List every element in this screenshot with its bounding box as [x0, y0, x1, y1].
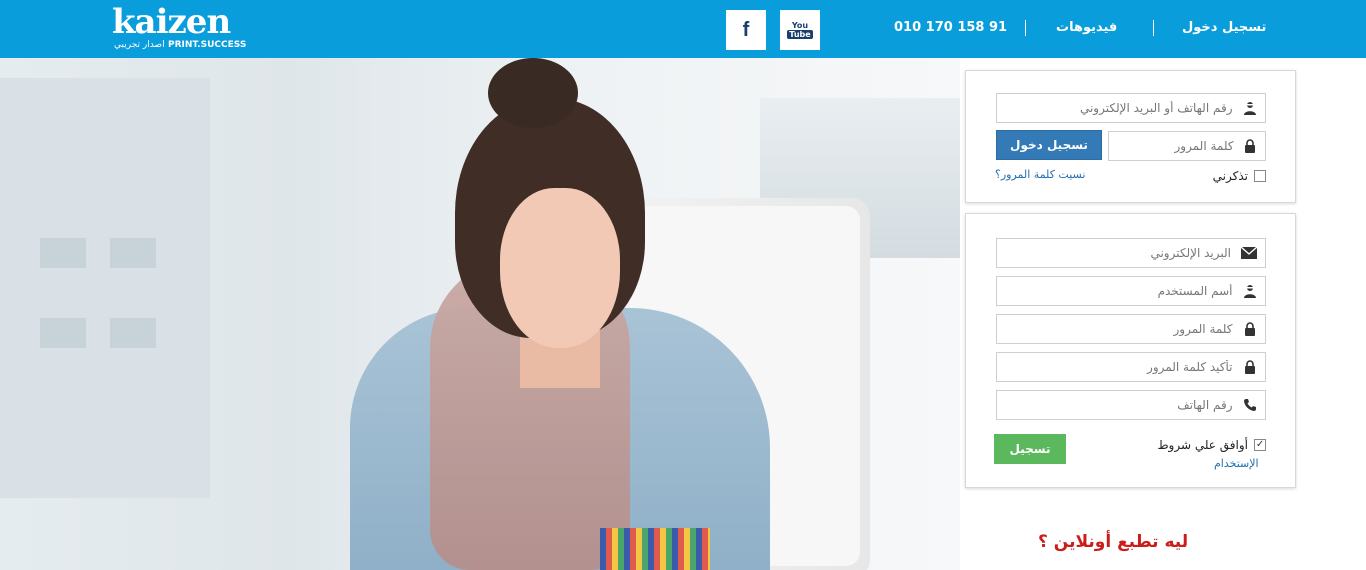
login-password-input[interactable] — [1109, 139, 1234, 153]
forgot-password-link[interactable]: نسيت كلمة المرور؟ — [995, 168, 1085, 181]
remember-me-box[interactable] — [1254, 170, 1266, 182]
logo-slogan: PRINT.SUCCESS — [168, 40, 247, 50]
login-password-field[interactable] — [1108, 131, 1266, 161]
terms-label: أوافق علي شروط — [1157, 438, 1248, 452]
register-panel: ✓ أوافق علي شروط الإستخدام تسجيل — [965, 213, 1296, 488]
register-confirm-password-field[interactable] — [996, 352, 1266, 382]
register-password-input[interactable] — [997, 322, 1233, 336]
header-phone-number[interactable]: 010 170 158 91 — [894, 20, 1007, 35]
terms-checkbox[interactable]: ✓ أوافق علي شروط — [1146, 438, 1266, 452]
facebook-icon: f — [742, 18, 750, 41]
building-window — [110, 238, 156, 268]
register-username-field[interactable] — [996, 276, 1266, 306]
login-panel: تسجيل دخول تذكرني نسيت كلمة المرور؟ — [965, 70, 1296, 203]
section-heading: ليه تطبع أونلاين ؟ — [1038, 532, 1189, 552]
building-window — [40, 238, 86, 268]
phone-icon — [1243, 397, 1258, 413]
nav-divider — [1025, 20, 1026, 36]
nav-videos-link[interactable]: فيديوهات — [1056, 20, 1117, 35]
nav-login-link[interactable]: تسجيل دخول — [1182, 20, 1266, 35]
youtube-icon: You Tube — [787, 21, 813, 39]
youtube-icon-tube: Tube — [787, 30, 813, 39]
login-identifier-input[interactable] — [997, 101, 1233, 115]
register-email-field[interactable] — [996, 238, 1266, 268]
remember-me-label: تذكرني — [1212, 169, 1248, 183]
kaizen-logo[interactable]: kaizen اصدار تجريبي PRINT.SUCCESS — [112, 2, 264, 54]
register-email-input[interactable] — [997, 246, 1231, 260]
user-icon — [1243, 100, 1258, 116]
lock-icon — [1244, 138, 1257, 154]
youtube-button[interactable]: You Tube — [780, 10, 820, 50]
facebook-button[interactable]: f — [726, 10, 766, 50]
envelope-icon — [1241, 245, 1257, 261]
woman-at-computer — [170, 58, 770, 570]
logo-wordmark: kaizen — [112, 2, 231, 42]
register-confirm-password-input[interactable] — [997, 360, 1233, 374]
register-phone-input[interactable] — [997, 398, 1233, 412]
lock-icon — [1243, 321, 1258, 337]
login-identifier-field[interactable] — [996, 93, 1266, 123]
building-window — [110, 318, 156, 348]
logo-beta-tag: اصدار تجريبي — [114, 40, 165, 50]
register-password-field[interactable] — [996, 314, 1266, 344]
pencil-cup — [600, 528, 710, 570]
register-username-input[interactable] — [997, 284, 1233, 298]
terms-of-use-link[interactable]: الإستخدام — [1214, 457, 1259, 470]
top-header: kaizen اصدار تجريبي PRINT.SUCCESS f You … — [0, 0, 1366, 58]
hair-bun — [488, 58, 578, 128]
remember-me-checkbox[interactable]: تذكرني — [1186, 169, 1266, 183]
lock-icon — [1243, 359, 1258, 375]
login-submit-button[interactable]: تسجيل دخول — [996, 130, 1102, 160]
register-phone-field[interactable] — [996, 390, 1266, 420]
register-submit-button[interactable]: تسجيل — [994, 434, 1066, 464]
youtube-icon-you: You — [791, 21, 809, 30]
user-icon — [1243, 283, 1258, 299]
nav-divider — [1153, 20, 1154, 36]
building-window — [40, 318, 86, 348]
hero-photo — [0, 58, 960, 570]
face — [500, 188, 620, 348]
terms-box[interactable]: ✓ — [1254, 439, 1266, 451]
